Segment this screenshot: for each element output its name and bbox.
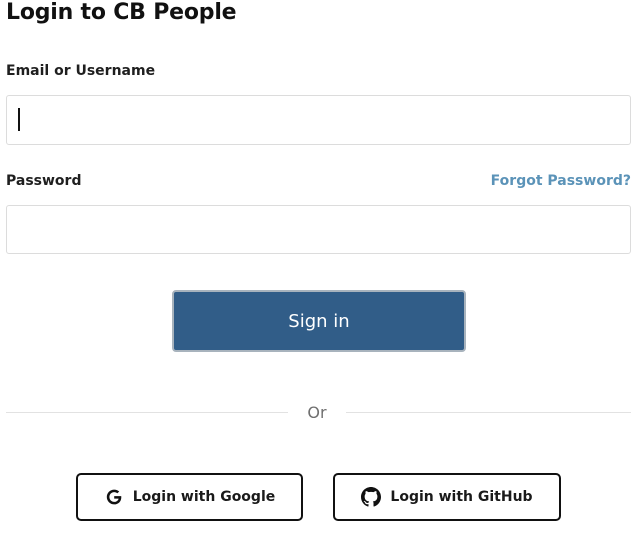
github-icon	[361, 487, 382, 507]
password-input[interactable]	[6, 205, 631, 254]
github-login-label: Login with GitHub	[390, 489, 533, 505]
email-input[interactable]	[6, 95, 631, 145]
password-label: Password	[6, 173, 82, 189]
google-icon	[104, 487, 124, 507]
page-title: Login to CB People	[6, 0, 237, 25]
email-label: Email or Username	[6, 63, 156, 79]
divider-line-right	[346, 412, 631, 413]
google-login-button[interactable]: Login with Google	[76, 473, 303, 521]
forgot-password-link[interactable]: Forgot Password?	[491, 173, 631, 189]
sign-in-button[interactable]: Sign in	[172, 290, 466, 352]
google-login-label: Login with Google	[132, 489, 276, 505]
divider-line-left	[6, 412, 288, 413]
divider-text: Or	[307, 403, 327, 422]
text-cursor	[18, 108, 20, 131]
github-login-button[interactable]: Login with GitHub	[333, 473, 561, 521]
login-page: Login to CB People Email or Username Pas…	[0, 0, 640, 541]
